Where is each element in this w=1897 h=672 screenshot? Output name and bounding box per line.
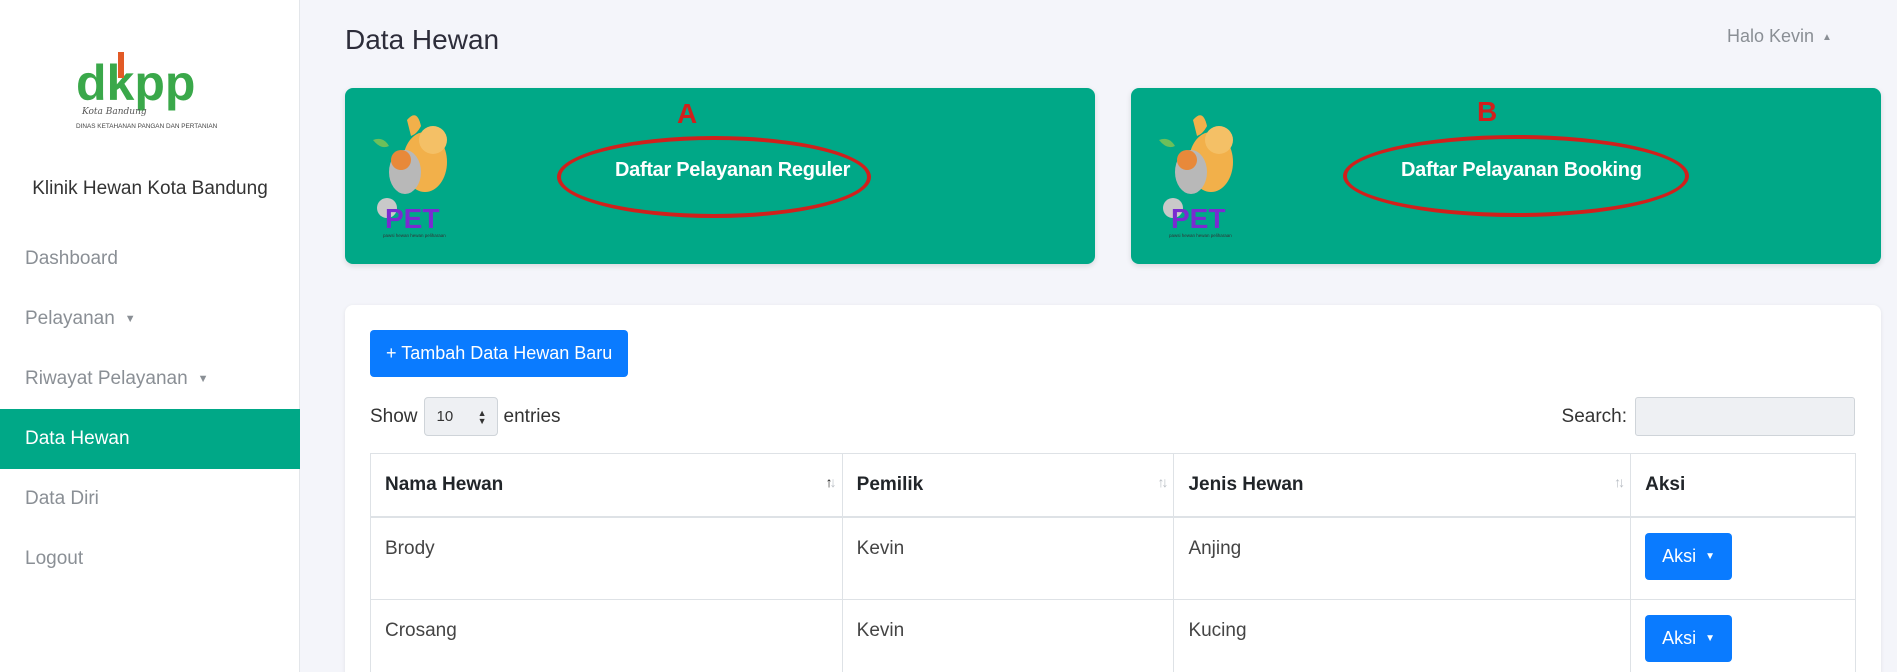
brand-name: Klinik Hewan Kota Bandung (32, 178, 268, 199)
banner-pelayanan-booking[interactable]: PET pawsi hewan hewan peliharaan B Dafta… (1131, 88, 1881, 264)
svg-text:DINAS KETAHANAN PANGAN DAN PER: DINAS KETAHANAN PANGAN DAN PERTANIAN (76, 123, 218, 130)
column-header-nama-hewan[interactable]: Nama Hewan ↑↓ (370, 453, 843, 518)
cell-pemilik: Kevin (841, 516, 1175, 600)
svg-text:pawsi hewan hewan peliharaan: pawsi hewan hewan peliharaan (1169, 233, 1232, 238)
chevron-down-icon: ▼ (124, 313, 136, 325)
search-control: Search: (1562, 397, 1855, 436)
sidebar-item-label: Riwayat Pelayanan (25, 368, 188, 389)
sidebar: dkpp Kota Bandung DINAS KETAHANAN PANGAN… (0, 0, 300, 672)
cell-pemilik: Kevin (841, 599, 1175, 672)
user-menu[interactable]: Halo Kevin ▲ (1727, 26, 1832, 47)
sidebar-item-riwayat-pelayanan[interactable]: Riwayat Pelayanan ▼ (0, 349, 300, 409)
cell-jenis-hewan: Anjing (1173, 516, 1632, 600)
table-header-row: Nama Hewan ↑↓ Pemilik ↑↓ Jenis Hewan ↑↓ … (370, 453, 1856, 518)
svg-text:Kota Bandung: Kota Bandung (81, 107, 147, 117)
caret-down-icon: ▼ (1705, 633, 1716, 644)
search-label: Search: (1561, 405, 1627, 427)
sidebar-item-label: Data Hewan (25, 428, 130, 449)
sidebar-item-label: Pelayanan (25, 308, 115, 329)
sort-icon: ↑↓ (1614, 474, 1625, 490)
search-input[interactable] (1635, 397, 1855, 436)
cell-nama-hewan: Brody (370, 516, 843, 600)
annotation-marker-a: A (677, 98, 698, 129)
column-header-pemilik[interactable]: Pemilik ↑↓ (841, 453, 1175, 518)
column-header-aksi: Aksi (1630, 453, 1856, 518)
add-hewan-button[interactable]: + Tambah Data Hewan Baru (370, 330, 629, 377)
hewan-table: Nama Hewan ↑↓ Pemilik ↑↓ Jenis Hewan ↑↓ … (370, 453, 1856, 672)
annotation-marker-b: B (1477, 96, 1498, 127)
sort-icon: ↑↓ (1157, 474, 1168, 490)
banner-pelayanan-reguler[interactable]: PET pawsi hewan hewan peliharaan A Dafta… (345, 88, 1095, 264)
cell-nama-hewan: Crosang (370, 599, 843, 672)
sort-asc-icon: ↑↓ (825, 474, 837, 490)
svg-text:PET: PET (1171, 203, 1225, 234)
pet-logo-icon: PET pawsi hewan hewan peliharaan (1159, 115, 1233, 238)
show-label: Show (370, 405, 418, 427)
entries-label: entries (503, 405, 561, 427)
banner-label[interactable]: Daftar Pelayanan Booking (1401, 159, 1642, 182)
table-row: Crosang Kevin Kucing Aksi ▼ (370, 599, 1856, 672)
entries-value: 10 (436, 408, 454, 425)
entries-control: Show 10 ▲ ▼ entries (370, 397, 561, 436)
cell-aksi: Aksi ▼ (1630, 516, 1856, 600)
svg-text:pawsi hewan hewan peliharaan: pawsi hewan hewan peliharaan (383, 233, 446, 238)
sidebar-item-label: Dashboard (25, 248, 118, 269)
sidebar-item-pelayanan[interactable]: Pelayanan ▼ (0, 289, 300, 349)
user-greeting: Halo Kevin (1727, 26, 1815, 46)
page-title: Data Hewan (345, 24, 500, 55)
sidebar-item-logout[interactable]: Logout (0, 529, 300, 589)
pet-logo-icon: PET pawsi hewan hewan peliharaan (373, 115, 447, 238)
sidebar-item-label: Logout (25, 548, 84, 569)
select-arrows-icon: ▲ ▼ (477, 407, 487, 426)
sidebar-item-data-hewan[interactable]: Data Hewan (0, 409, 300, 469)
banner-label[interactable]: Daftar Pelayanan Reguler (615, 159, 850, 182)
cell-jenis-hewan: Kucing (1173, 599, 1632, 672)
caret-up-icon: ▲ (1822, 32, 1832, 43)
sidebar-item-label: Data Diri (25, 488, 99, 509)
caret-down-icon: ▼ (1705, 550, 1716, 562)
dkpp-logo: dkpp Kota Bandung DINAS KETAHANAN PANGAN… (76, 52, 218, 130)
aksi-dropdown-button[interactable]: Aksi ▼ (1645, 615, 1733, 662)
svg-text:PET: PET (385, 203, 439, 234)
data-hewan-card: + Tambah Data Hewan Baru Show 10 ▲ ▼ entr… (345, 305, 1881, 672)
table-row: Brody Kevin Anjing Aksi ▼ (370, 516, 1856, 600)
sidebar-item-dashboard[interactable]: Dashboard (0, 229, 300, 289)
entries-select[interactable]: 10 ▲ ▼ (423, 397, 498, 436)
aksi-dropdown-button[interactable]: Aksi ▼ (1645, 532, 1733, 580)
svg-text:dkpp: dkpp (76, 55, 195, 111)
chevron-down-icon: ▼ (197, 373, 209, 385)
column-header-jenis-hewan[interactable]: Jenis Hewan ↑↓ (1173, 453, 1632, 518)
cell-aksi: Aksi ▼ (1630, 599, 1856, 672)
sidebar-item-data-diri[interactable]: Data Diri (0, 469, 300, 529)
